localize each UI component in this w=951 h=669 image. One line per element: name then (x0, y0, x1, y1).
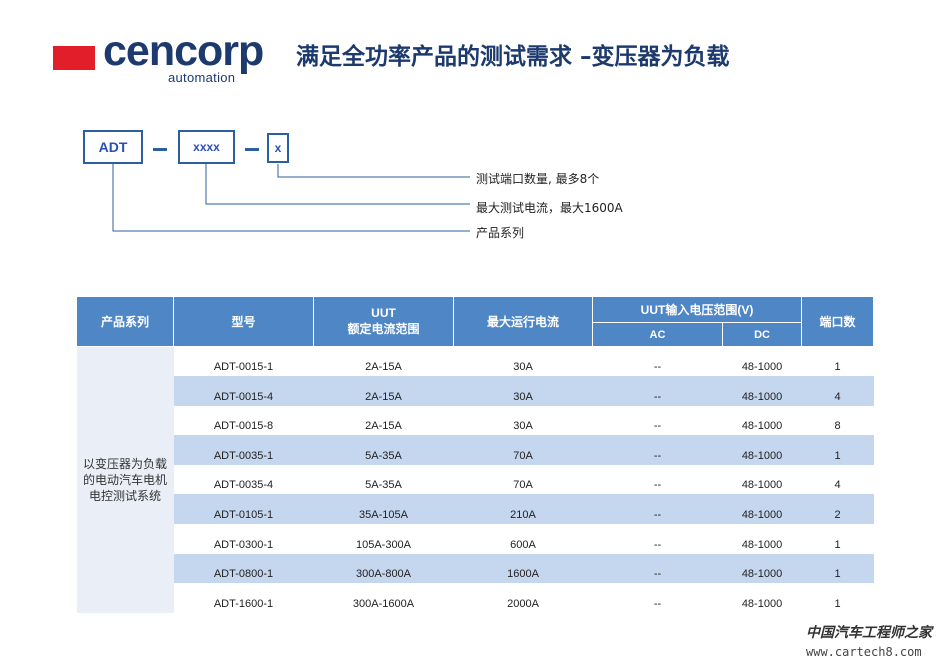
cell-rated-current: 2A-15A (313, 376, 454, 406)
cell-max-current: 70A (453, 464, 593, 495)
product-spec-table: 产品系列 型号 UUT 额定电流范围 最大运行电流 UUT输入电压范围(V) 端… (76, 296, 875, 613)
watermark-text: 中国汽车工程师之家 (806, 625, 932, 641)
cell-max-current: 600A (453, 524, 593, 554)
cell-max-current: 2000A (453, 583, 593, 613)
cell-rated-current: 300A-800A (313, 553, 454, 584)
cell-rated-current: 105A-300A (313, 524, 454, 554)
cell-ports: 4 (801, 464, 874, 495)
cell-rated-current: 2A-15A (313, 346, 454, 377)
code-box-series: ADT (83, 130, 143, 164)
header-dc: DC (721, 322, 803, 347)
header-ac: AC (592, 322, 723, 347)
header-ports: 端口数 (801, 296, 875, 347)
connector-current (205, 164, 470, 205)
cell-ports: 2 (801, 494, 874, 525)
cell-ac: -- (592, 464, 723, 495)
label-current: 最大测试电流，最大1600A (476, 201, 623, 215)
cell-dc: 48-1000 (722, 346, 802, 377)
cell-ac: -- (592, 553, 723, 584)
connector-ports (277, 164, 470, 178)
header-model: 型号 (173, 296, 314, 347)
cell-dc: 48-1000 (722, 464, 802, 495)
cell-ports: 1 (801, 583, 874, 613)
cell-rated-current: 5A-35A (313, 464, 454, 495)
series-text-line: 以变压器为负载 (82, 456, 167, 471)
cell-ac: -- (592, 494, 723, 525)
connector-series (112, 164, 470, 232)
cell-rated-current: 300A-1600A (313, 583, 454, 613)
cell-dc: 48-1000 (722, 435, 802, 465)
cell-max-current: 70A (453, 435, 593, 465)
cell-model: ADT-1600-1 (173, 583, 314, 613)
cell-ports: 1 (801, 435, 874, 465)
cell-ac: -- (592, 376, 723, 406)
cell-ac: -- (592, 346, 723, 377)
cell-max-current: 1600A (453, 553, 593, 584)
cell-dc: 48-1000 (722, 583, 802, 613)
cell-model: ADT-0015-1 (173, 346, 314, 377)
cell-dc: 48-1000 (722, 494, 802, 525)
cell-max-current: 30A (453, 376, 593, 406)
code-box-ports: x (267, 133, 289, 163)
code-box-current: xxxx (178, 130, 235, 164)
series-text-line: 的电动汽车电机 (82, 472, 167, 487)
cell-max-current: 30A (453, 346, 593, 377)
cell-model: ADT-0015-4 (173, 376, 314, 406)
table-row: ADT-0300-1 105A-300A 600A -- 48-1000 1 (77, 524, 874, 554)
model-naming-diagram: ADT xxxx x 测试端口数量, 最多8个 最大测试电流，最大1600A 产… (0, 0, 951, 260)
table-body: 以变压器为负载 的电动汽车电机 电控测试系统 ADT-0015-1 2A-15A 30A -… (76, 346, 874, 613)
header-rated-current: UUT 额定电流范围 (313, 296, 454, 347)
cell-ports: 4 (801, 376, 874, 406)
header-series: 产品系列 (76, 296, 174, 347)
cell-ac: -- (592, 524, 723, 554)
cell-ports: 1 (801, 553, 874, 584)
cell-rated-current: 2A-15A (313, 405, 454, 436)
cell-rated-current: 5A-35A (313, 435, 454, 465)
watermark-url: www.cartech8.com (806, 645, 922, 659)
header-rated-current-line2: 额定电流范围 (347, 322, 420, 336)
cell-dc: 48-1000 (722, 376, 802, 406)
table-row: ADT-0105-1 35A-105A 210A -- 48-1000 2 (77, 494, 874, 525)
cell-ports: 8 (801, 405, 874, 436)
cell-ports: 1 (801, 346, 874, 377)
label-ports: 测试端口数量, 最多8个 (476, 172, 600, 186)
cell-model: ADT-0035-4 (173, 464, 314, 495)
cell-model: ADT-0015-8 (173, 405, 314, 436)
cell-model: ADT-0800-1 (173, 553, 314, 584)
cell-max-current: 30A (453, 405, 593, 436)
label-series: 产品系列 (476, 226, 525, 240)
cell-model: ADT-0300-1 (173, 524, 314, 554)
table-row: ADT-0015-8 2A-15A 30A -- 48-1000 8 (77, 405, 874, 436)
table-row: 以变压器为负载 的电动汽车电机 电控测试系统 ADT-0015-1 2A-15A 30A -… (76, 346, 874, 613)
table-row: ADT-0035-4 5A-35A 70A -- 48-1000 4 (77, 464, 874, 495)
code-separator (245, 148, 259, 151)
cell-model: ADT-0105-1 (173, 494, 314, 525)
cell-dc: 48-1000 (722, 524, 802, 554)
table-row: ADT-1600-1 300A-1600A 2000A -- 48-1000 1 (77, 583, 874, 613)
cell-ac: -- (592, 435, 723, 465)
header-max-current: 最大运行电流 (453, 296, 593, 347)
cell-ports: 1 (801, 524, 874, 554)
series-text-line: 电控测试系统 (88, 489, 161, 504)
cell-ac: -- (592, 583, 723, 613)
cell-dc: 48-1000 (722, 553, 802, 584)
table-row: ADT-0035-1 5A-35A 70A -- 48-1000 1 (77, 435, 874, 465)
code-separator (153, 148, 167, 151)
cell-dc: 48-1000 (722, 405, 802, 436)
table-row: ADT-0015-4 2A-15A 30A -- 48-1000 4 (77, 376, 874, 406)
cell-max-current: 210A (453, 494, 593, 525)
cell-series: 以变压器为负载 的电动汽车电机 电控测试系统 (76, 346, 174, 613)
table-row: ADT-0800-1 300A-800A 1600A -- 48-1000 1 (77, 553, 874, 584)
cell-ac: -- (592, 405, 723, 436)
header-voltage-range: UUT输入电压范围(V) (591, 296, 803, 323)
cell-rated-current: 35A-105A (313, 494, 454, 525)
header-rated-current-line1: UUT (371, 306, 396, 320)
cell-model: ADT-0035-1 (173, 435, 314, 465)
